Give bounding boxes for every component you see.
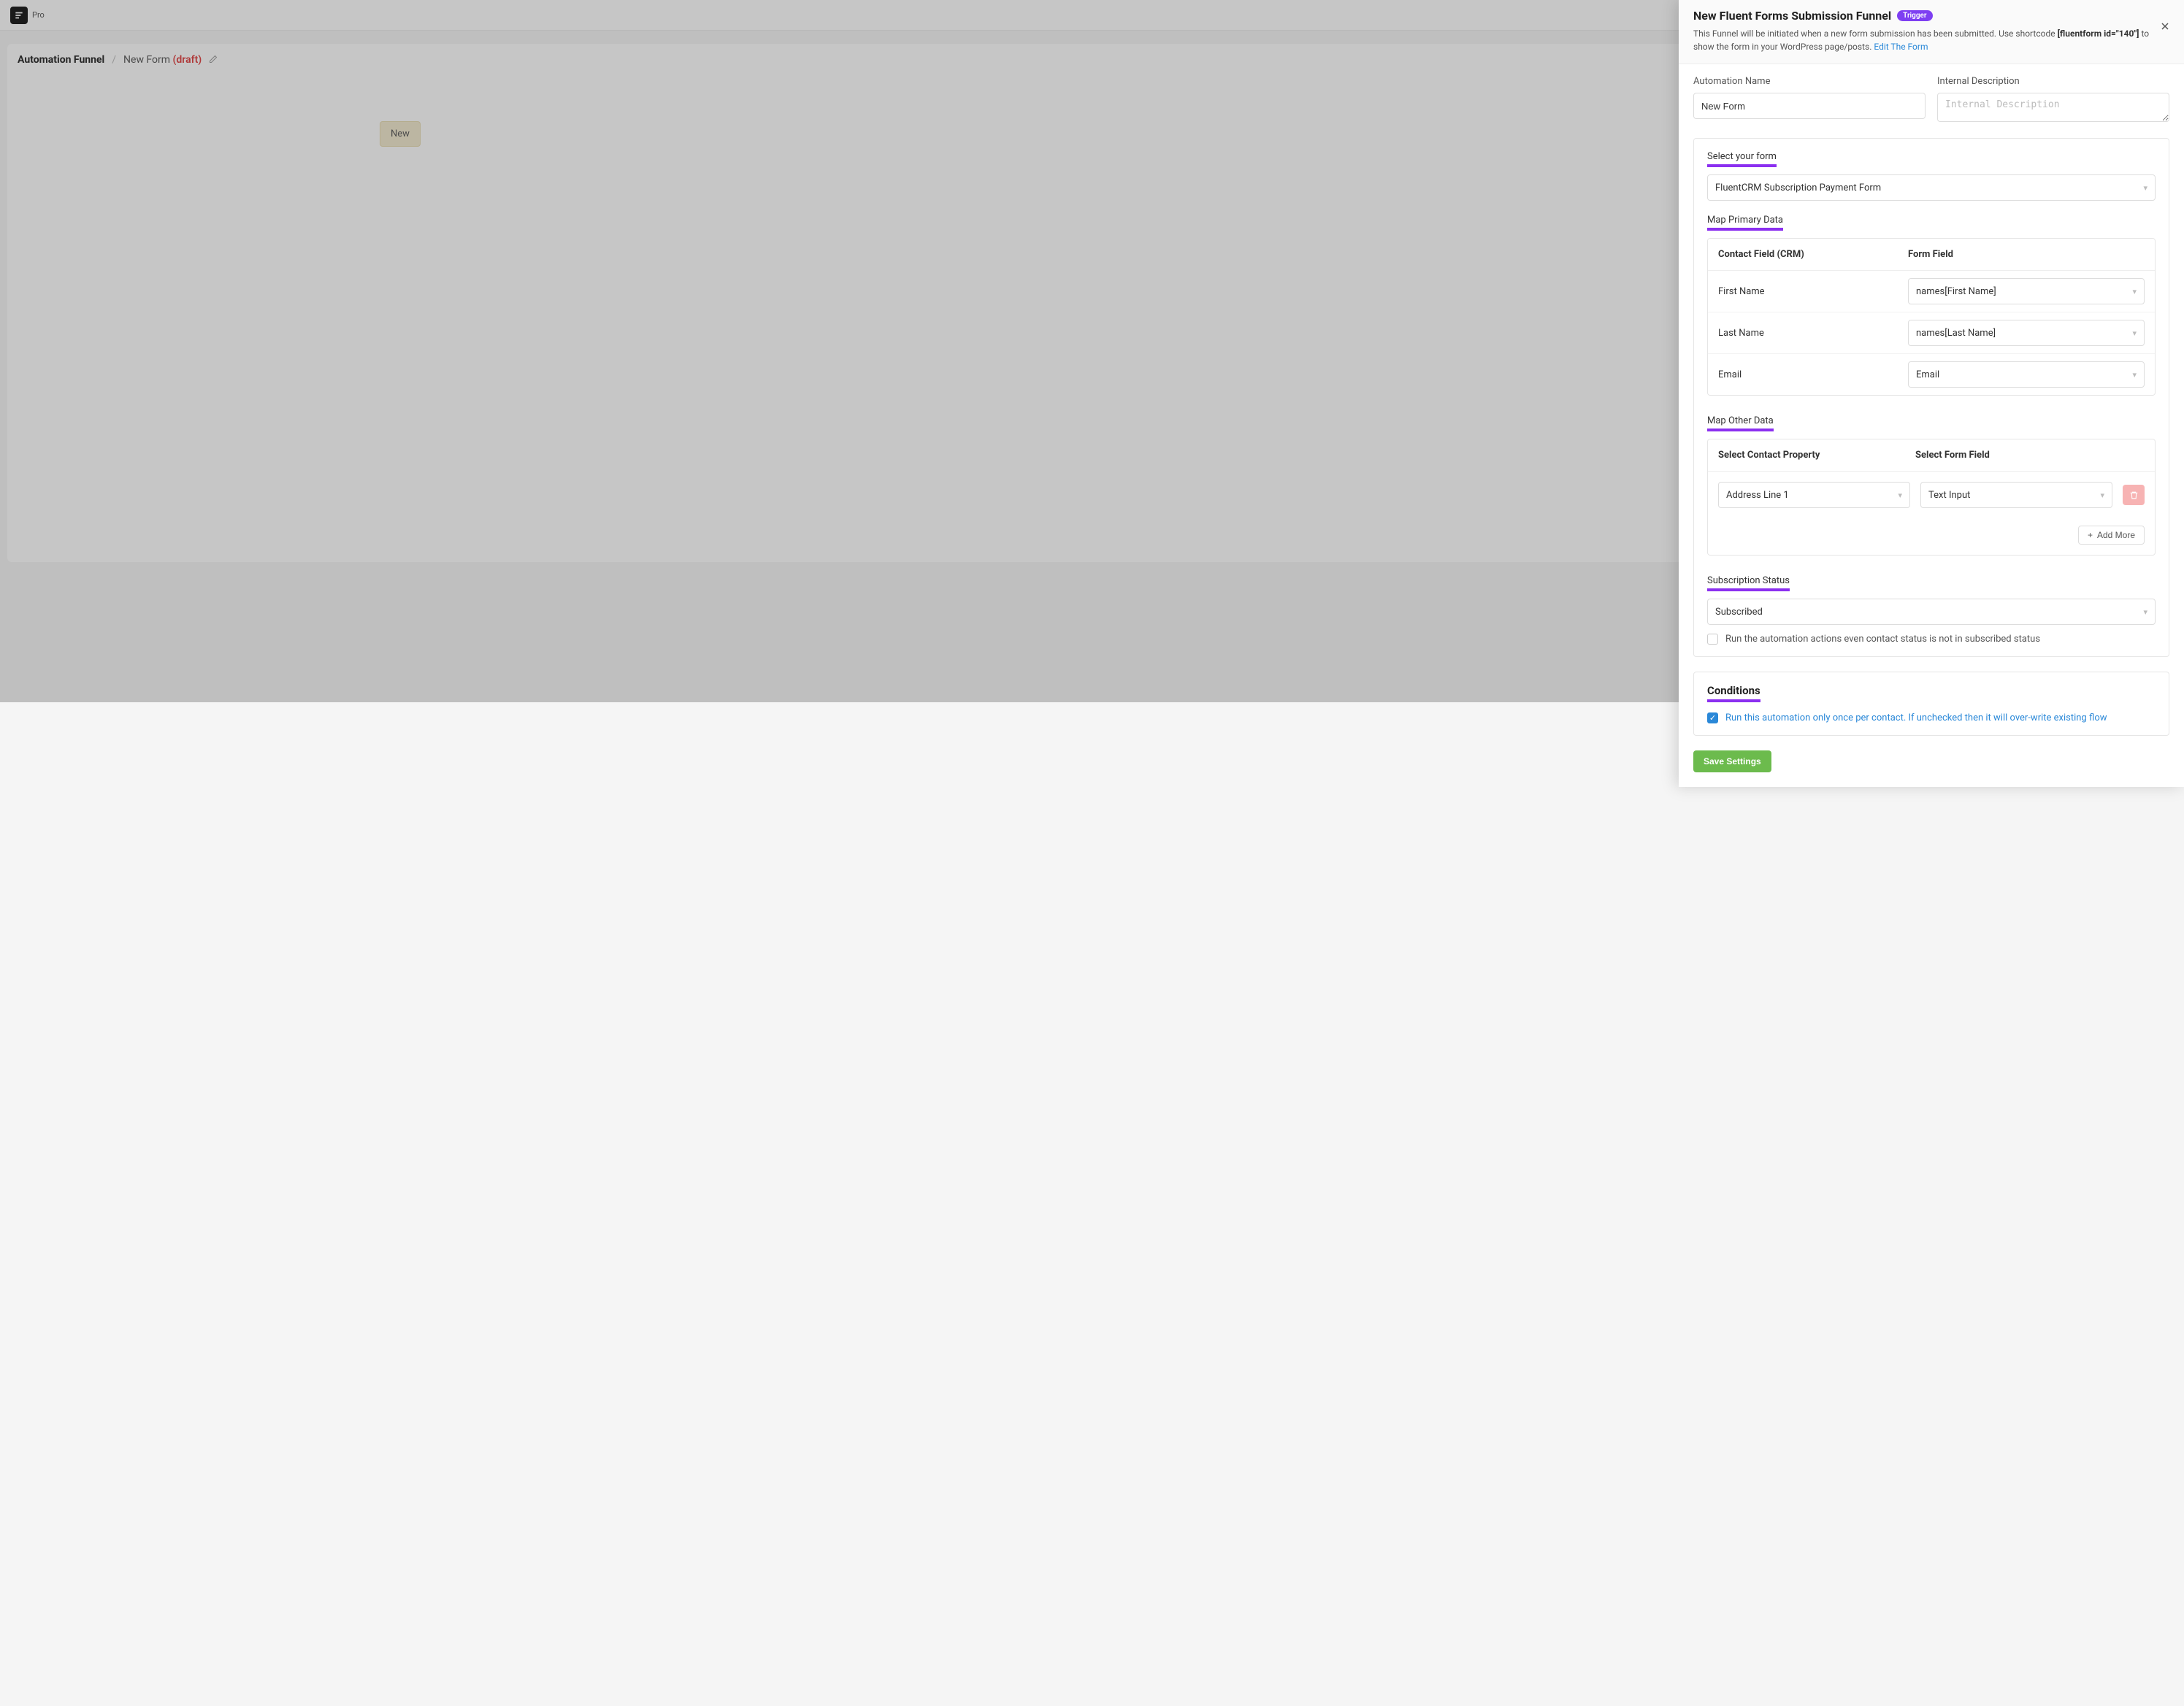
drawer-shortcode: [fluentform id="140"]: [2058, 28, 2139, 39]
form-field-select[interactable]: Email ▾: [1908, 361, 2145, 388]
crm-field-label: First Name: [1718, 286, 1908, 297]
save-settings-button[interactable]: Save Settings: [1693, 750, 1771, 772]
add-more-button[interactable]: + Add More: [2078, 526, 2145, 545]
form-field-select[interactable]: names[Last Name] ▾: [1908, 320, 2145, 346]
app-logo-icon: [10, 7, 28, 24]
conditions-card: Conditions Run this automation only once…: [1693, 672, 2169, 736]
contact-property-select[interactable]: Address Line 1 ▾: [1718, 482, 1910, 508]
map-other-label: Map Other Data: [1707, 415, 1774, 431]
canvas-funnel-chip[interactable]: New: [380, 121, 421, 147]
add-more-label: Add More: [2097, 530, 2135, 540]
run-once-checkbox[interactable]: [1707, 712, 1718, 723]
plus-icon: +: [2088, 530, 2093, 540]
crm-field-label: Email: [1718, 369, 1908, 380]
map-other-table: Select Contact Property Select Form Fiel…: [1707, 439, 2156, 556]
chevron-down-icon: ▾: [2143, 183, 2147, 193]
map-primary-table: Contact Field (CRM) Form Field First Nam…: [1707, 238, 2156, 396]
map-primary-label: Map Primary Data: [1707, 215, 1783, 231]
edit-form-link[interactable]: Edit The Form: [1874, 42, 1928, 52]
form-field-select[interactable]: names[First Name] ▾: [1908, 278, 2145, 304]
conditions-label: Conditions: [1707, 684, 1760, 702]
breadcrumb-sep: /: [112, 54, 116, 66]
form-select-value: FluentCRM Subscription Payment Form: [1715, 182, 1881, 193]
internal-desc-label: Internal Description: [1937, 76, 2169, 87]
settings-drawer: New Fluent Forms Submission Funnel Trigg…: [1679, 0, 2184, 787]
col-header-crm: Contact Field (CRM): [1718, 249, 1908, 260]
form-field-value: names[Last Name]: [1916, 328, 1996, 339]
pro-badge: Pro: [32, 10, 45, 20]
automation-name-input[interactable]: [1693, 93, 1926, 119]
chevron-down-icon: ▾: [2132, 328, 2137, 338]
chevron-down-icon: ▾: [1898, 491, 1902, 500]
subscription-status-label: Subscription Status: [1707, 575, 1790, 591]
automation-name-label: Automation Name: [1693, 76, 1926, 87]
form-field-value: names[First Name]: [1916, 286, 1996, 297]
chevron-down-icon: ▾: [2132, 370, 2137, 380]
form-field-value: Email: [1916, 369, 1939, 380]
drawer-desc-pre: This Funnel will be initiated when a new…: [1693, 28, 2058, 39]
trigger-badge: Trigger: [1897, 10, 1932, 21]
form-field-select[interactable]: Text Input ▾: [1920, 482, 2112, 508]
map-other-row: Address Line 1 ▾ Text Input ▾: [1708, 472, 2155, 518]
crm-field-label: Last Name: [1718, 328, 1908, 339]
contact-property-value: Address Line 1: [1726, 490, 1789, 501]
drawer-title: New Fluent Forms Submission Funnel: [1693, 9, 1891, 23]
breadcrumb-draft: (draft): [173, 54, 202, 66]
form-select[interactable]: FluentCRM Subscription Payment Form ▾: [1707, 174, 2156, 201]
map-row: Last Name names[Last Name] ▾: [1708, 312, 2155, 354]
map-row: First Name names[First Name] ▾: [1708, 271, 2155, 312]
chevron-down-icon: ▾: [2100, 491, 2104, 500]
chevron-down-icon: ▾: [2132, 287, 2137, 296]
run-once-label: Run this automation only once per contac…: [1725, 712, 2107, 723]
col-header-form: Form Field: [1908, 249, 2145, 260]
subscription-status-select[interactable]: Subscribed ▾: [1707, 599, 2156, 625]
delete-row-button[interactable]: [2123, 485, 2145, 505]
breadcrumb-root[interactable]: Automation Funnel: [18, 54, 104, 66]
select-form-label: Select your form: [1707, 151, 1777, 167]
col-header-contact: Select Contact Property: [1718, 450, 1915, 461]
drawer-description: This Funnel will be initiated when a new…: [1693, 27, 2169, 53]
subscription-status-value: Subscribed: [1715, 607, 1763, 618]
breadcrumb-name: New Form: [123, 54, 170, 66]
map-row: Email Email ▾: [1708, 354, 2155, 395]
pencil-icon[interactable]: [209, 55, 218, 66]
form-mapping-card: Select your form FluentCRM Subscription …: [1693, 138, 2169, 657]
close-icon[interactable]: [2159, 20, 2171, 36]
internal-desc-textarea[interactable]: [1937, 93, 2169, 122]
col-header-form: Select Form Field: [1915, 450, 2112, 461]
run-even-unsubscribed-label: Run the automation actions even contact …: [1725, 634, 2040, 645]
run-even-unsubscribed-checkbox[interactable]: [1707, 634, 1718, 645]
chevron-down-icon: ▾: [2143, 607, 2147, 617]
form-field-value: Text Input: [1928, 490, 1970, 501]
